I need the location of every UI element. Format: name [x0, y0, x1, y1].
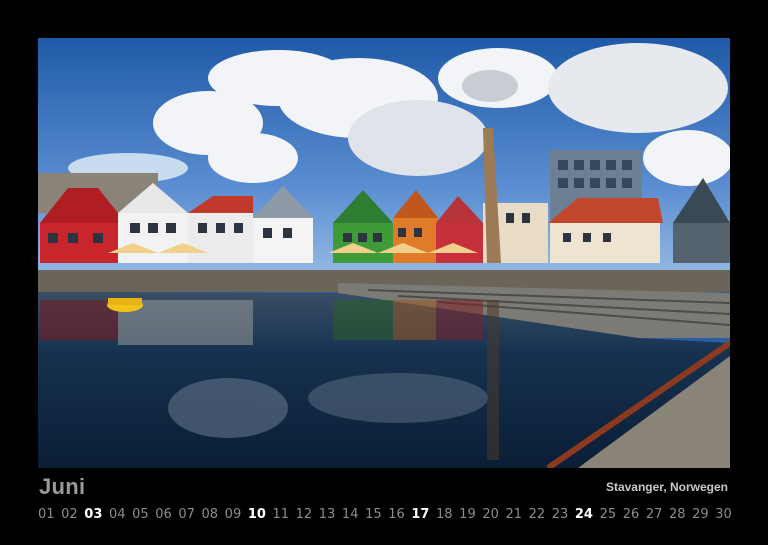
day-29: 29 [692, 507, 709, 522]
day-01: 01 [38, 507, 55, 522]
day-24: 24 [574, 507, 593, 522]
day-08: 08 [201, 507, 219, 522]
day-25: 25 [599, 507, 617, 522]
month-title: Juni [39, 474, 86, 499]
day-11: 11 [272, 507, 290, 522]
day-05: 05 [132, 507, 149, 522]
day-20: 20 [482, 507, 499, 522]
calendar-photo [38, 38, 730, 468]
day-18: 18 [436, 507, 453, 522]
day-19: 19 [459, 507, 476, 522]
day-06: 06 [155, 507, 172, 522]
day-30: 30 [715, 507, 732, 522]
day-10: 10 [247, 507, 266, 522]
day-09: 09 [224, 507, 242, 522]
day-03: 03 [84, 507, 103, 522]
day-15: 15 [365, 507, 382, 522]
day-14: 14 [341, 507, 359, 522]
harbour-photo-illustration [38, 38, 730, 468]
day-12: 12 [295, 507, 313, 522]
day-13: 13 [318, 507, 336, 522]
day-23: 23 [551, 507, 569, 522]
day-21: 21 [505, 507, 522, 522]
day-26: 26 [622, 507, 640, 522]
photo-caption: Stavanger, Norwegen [605, 480, 728, 494]
day-27: 27 [645, 507, 663, 522]
day-22: 22 [528, 507, 546, 522]
day-28: 28 [668, 507, 686, 522]
day-04: 04 [108, 507, 126, 522]
day-16: 16 [388, 507, 405, 522]
day-row: 01 02 03 04 05 06 07 08 09 10 11 12 13 14 15 16 17 18 19 20… [38, 507, 732, 522]
day-07: 07 [178, 507, 195, 522]
day-17: 17 [411, 507, 430, 522]
day-02: 02 [61, 507, 78, 522]
